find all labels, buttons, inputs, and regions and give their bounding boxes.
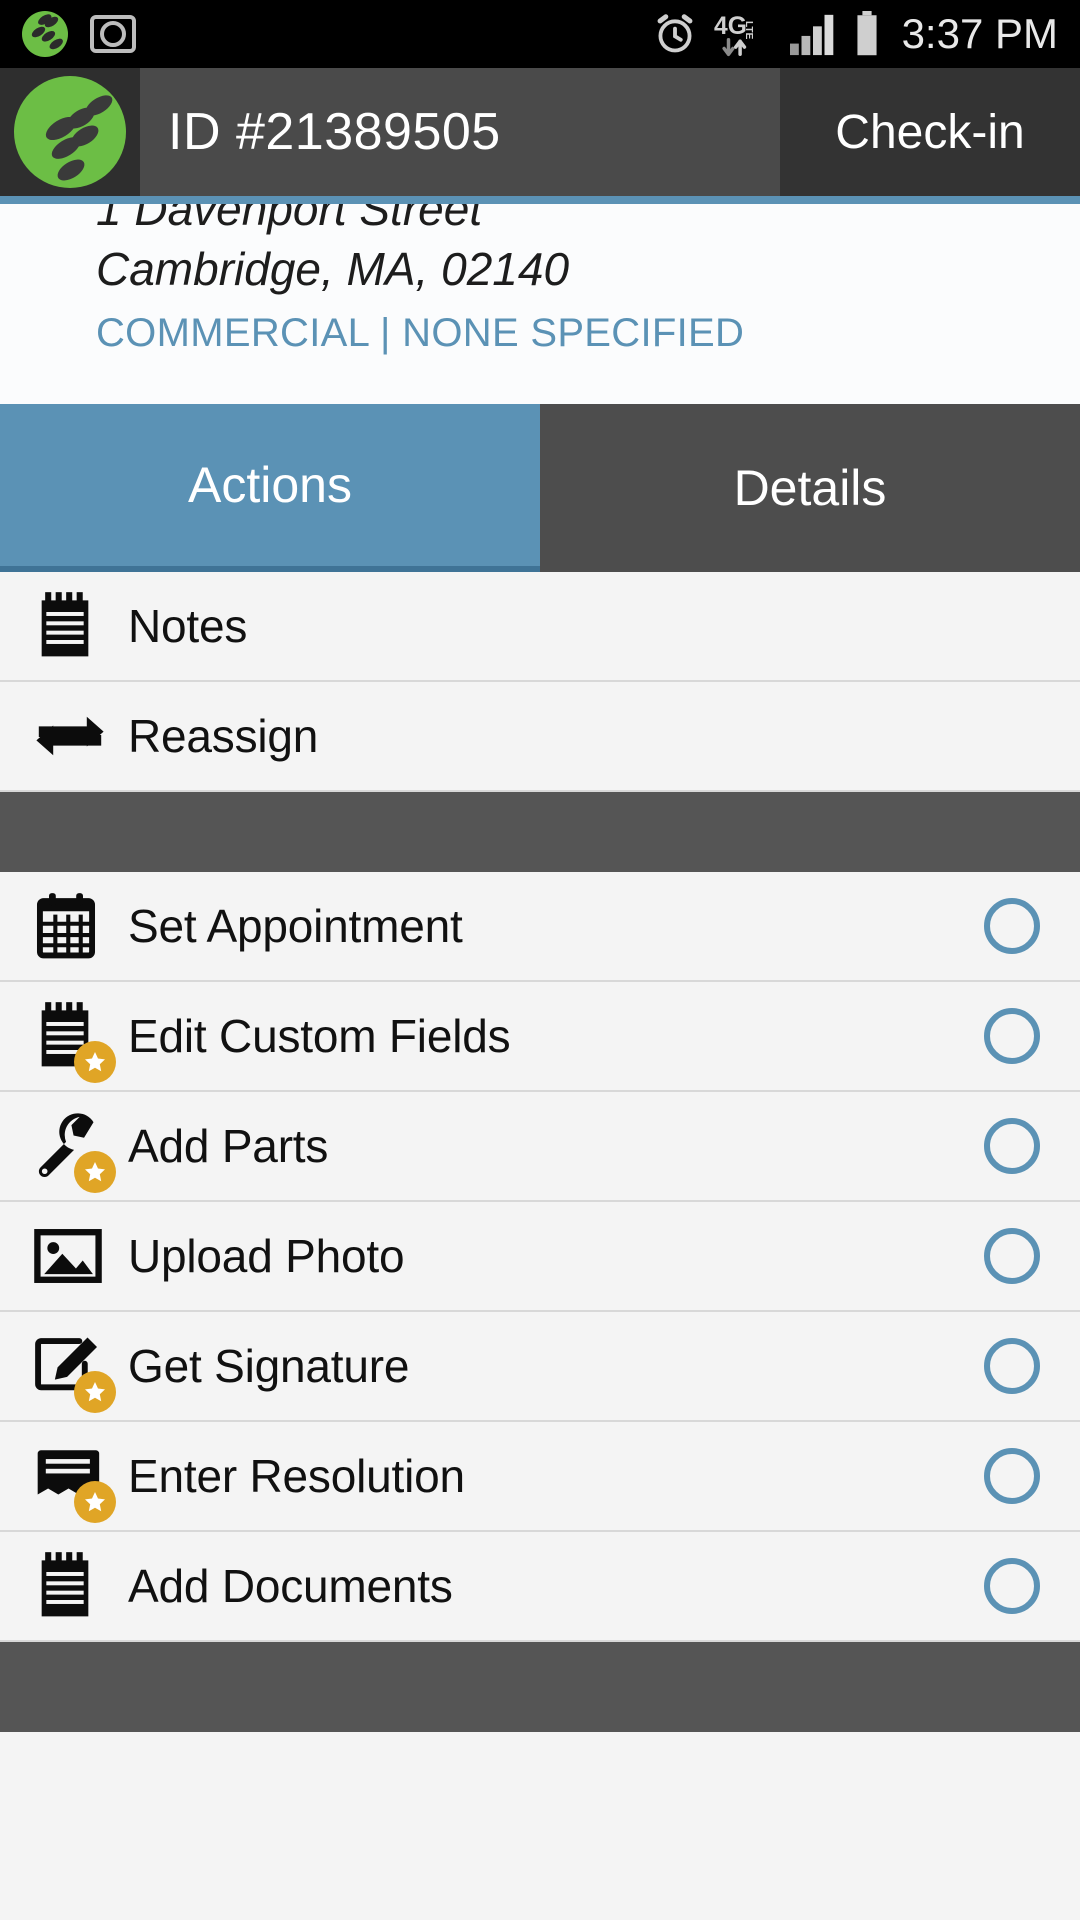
wrench-icon xyxy=(34,1107,116,1193)
address-line-1: 1 Davenport Street xyxy=(96,204,483,235)
action-label: Upload Photo xyxy=(128,1230,405,1282)
header-title-area: ID #21389505 xyxy=(140,68,780,196)
action-label: Edit Custom Fields xyxy=(128,1010,511,1062)
4g-lte-icon: 4G LTE xyxy=(714,13,753,57)
action-label: Notes xyxy=(128,600,248,652)
app-logo-icon xyxy=(14,76,126,188)
premium-star-badge xyxy=(74,1041,116,1083)
tab-bar: Actions Details xyxy=(0,404,1080,572)
tab-details[interactable]: Details xyxy=(540,404,1080,572)
premium-star-badge xyxy=(74,1371,116,1413)
check-in-label: Check-in xyxy=(835,105,1025,159)
notepad-icon xyxy=(34,997,116,1083)
image-icon xyxy=(34,1217,112,1295)
tab-details-label: Details xyxy=(733,460,887,516)
section-divider-band xyxy=(0,792,1080,872)
action-row-edit-custom-fields[interactable]: Edit Custom Fields xyxy=(0,982,1080,1092)
svg-text:LTE: LTE xyxy=(742,21,753,40)
app-header: ID #21389505 Check-in xyxy=(0,68,1080,196)
action-label: Add Documents xyxy=(128,1560,453,1612)
battery-icon xyxy=(857,11,877,56)
status-bar-right-icons: 4G LTE 3:37 PM xyxy=(652,10,1058,58)
action-label: Reassign xyxy=(128,710,319,762)
signal-bars-icon xyxy=(789,14,833,56)
action-row-set-appointment[interactable]: Set Appointment xyxy=(0,872,1080,982)
premium-star-badge xyxy=(74,1481,116,1523)
action-row-add-documents[interactable]: Add Documents xyxy=(0,1532,1080,1642)
premium-star-badge xyxy=(74,1151,116,1193)
action-status-circle[interactable] xyxy=(984,1448,1040,1504)
address-line-2: Cambridge, MA, 02140 xyxy=(96,243,570,296)
tab-actions-label: Actions xyxy=(188,457,352,513)
action-row-add-parts[interactable]: Add Parts xyxy=(0,1092,1080,1202)
action-label: Add Parts xyxy=(128,1120,329,1172)
action-status-circle[interactable] xyxy=(984,1118,1040,1174)
notepad-icon xyxy=(34,587,112,665)
accent-divider xyxy=(0,196,1080,204)
action-row-get-signature[interactable]: Get Signature xyxy=(0,1312,1080,1422)
status-bar-left-icons xyxy=(22,11,136,57)
action-row-upload-photo[interactable]: Upload Photo xyxy=(0,1202,1080,1312)
page-title: ID #21389505 xyxy=(168,103,501,161)
receipt-icon xyxy=(34,1437,116,1523)
action-label: Enter Resolution xyxy=(128,1450,465,1502)
check-in-button[interactable]: Check-in xyxy=(780,68,1080,196)
action-label: Get Signature xyxy=(128,1340,410,1392)
alarm-icon xyxy=(657,14,693,53)
action-status-circle[interactable] xyxy=(984,1008,1040,1064)
address-category: COMMERCIAL | NONE SPECIFIED xyxy=(96,310,745,355)
app-screen: 4G LTE 3:37 PM ID #21389505 Check-in 1 D… xyxy=(0,0,1080,1920)
action-status-circle[interactable] xyxy=(984,1338,1040,1394)
signature-pencil-icon xyxy=(34,1327,116,1413)
actions-list: Notes Reassign Set Appointment Edit Cust… xyxy=(0,572,1080,1732)
action-row-notes[interactable]: Notes xyxy=(0,572,1080,682)
calendar-icon xyxy=(34,887,112,965)
action-status-circle[interactable] xyxy=(984,1228,1040,1284)
bottom-band xyxy=(0,1642,1080,1732)
action-status-circle[interactable] xyxy=(984,898,1040,954)
notepad-icon xyxy=(34,1547,112,1625)
status-bar-clock: 3:37 PM xyxy=(901,10,1058,57)
camera-icon xyxy=(90,15,136,53)
app-logo-button[interactable] xyxy=(0,68,140,196)
address-block[interactable]: 1 Davenport Street Cambridge, MA, 02140 … xyxy=(0,204,1080,404)
status-bar: 4G LTE 3:37 PM xyxy=(0,0,1080,68)
tab-actions[interactable]: Actions xyxy=(0,404,540,572)
action-row-enter-resolution[interactable]: Enter Resolution xyxy=(0,1422,1080,1532)
action-row-reassign[interactable]: Reassign xyxy=(0,682,1080,792)
action-label: Set Appointment xyxy=(128,900,463,952)
app-notification-icon xyxy=(22,11,68,57)
exchange-arrows-icon xyxy=(34,697,112,775)
action-status-circle[interactable] xyxy=(984,1558,1040,1614)
